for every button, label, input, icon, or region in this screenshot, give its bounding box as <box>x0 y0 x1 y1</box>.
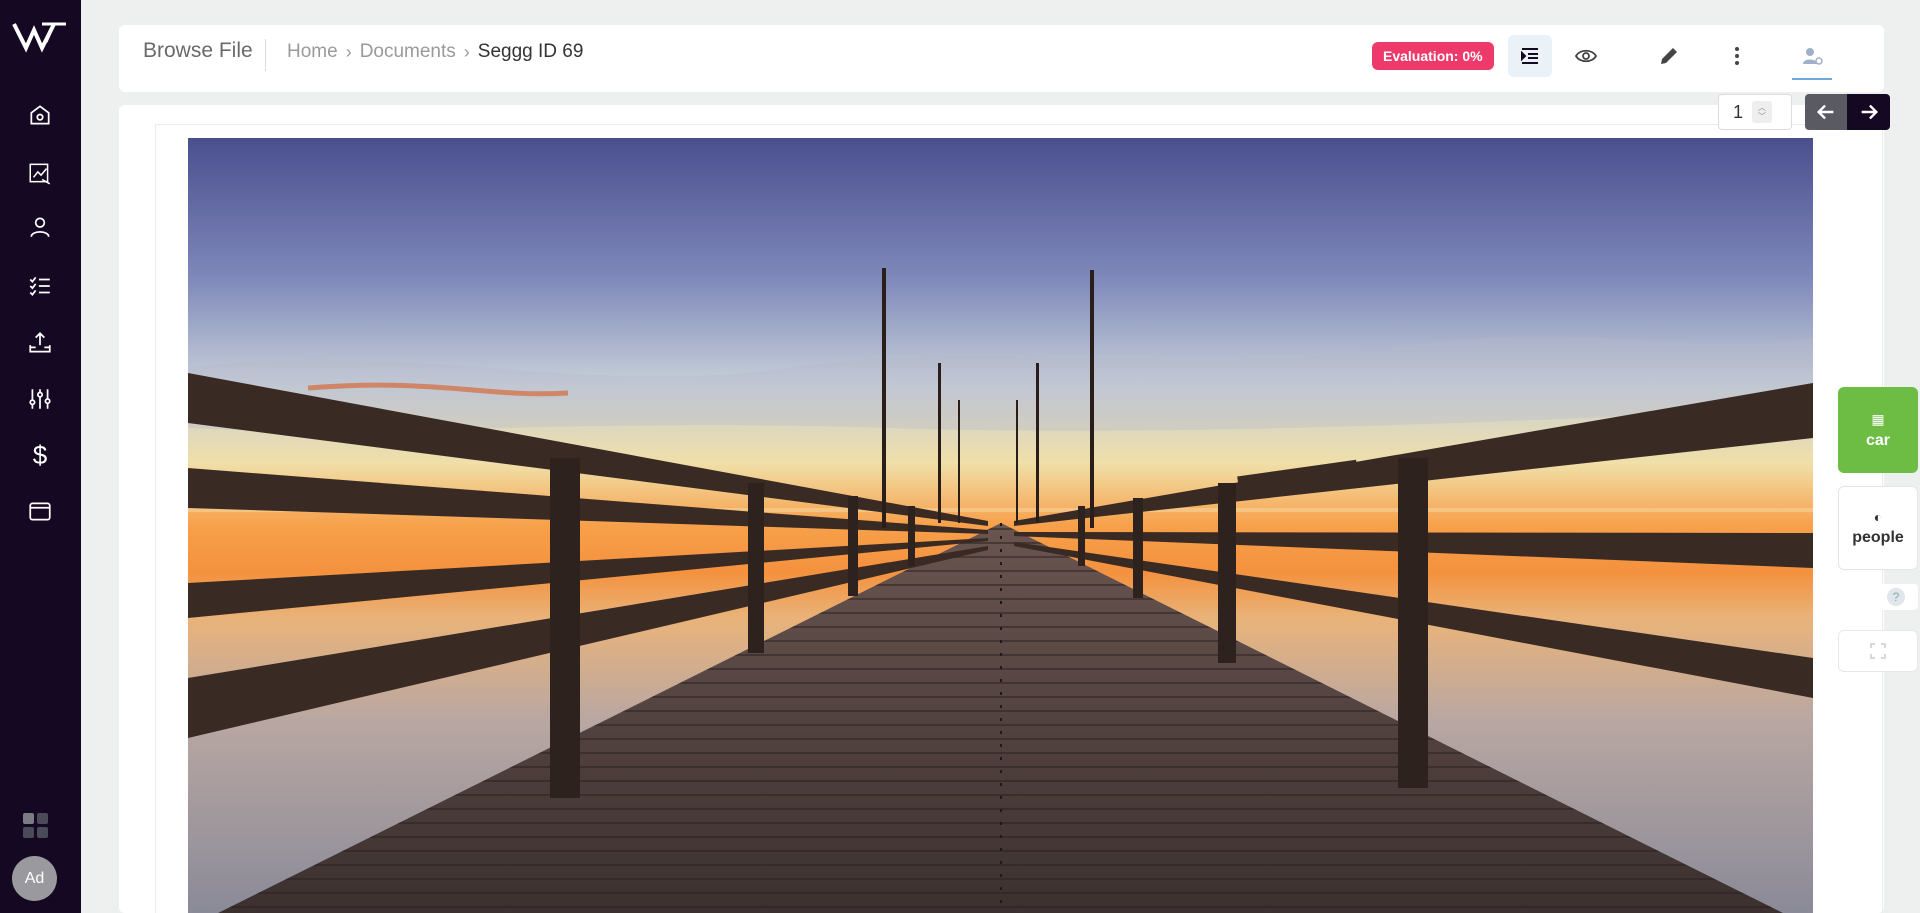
breadcrumb: Home › Documents › Seggg ID 69 <box>287 41 583 63</box>
chevron-right-icon: › <box>345 41 352 62</box>
tag-label-people: people <box>1852 529 1904 546</box>
analytics-icon <box>29 163 51 185</box>
checklist-icon <box>29 276 50 296</box>
tag-icon: ▦ <box>1871 410 1885 427</box>
chevron-right-icon: › <box>463 41 470 62</box>
page-stepper[interactable]: ︿ ﹀ <box>1752 101 1772 123</box>
upload-icon <box>29 332 51 353</box>
nav-wallet[interactable] <box>20 491 60 531</box>
chevron-up-icon[interactable]: ︿ <box>1758 103 1766 112</box>
assign-user-button[interactable] <box>1791 35 1835 77</box>
edit-button[interactable] <box>1647 35 1691 77</box>
fullscreen-icon <box>1870 643 1886 659</box>
preview-button[interactable] <box>1564 35 1608 77</box>
breadcrumb-documents[interactable]: Documents <box>360 41 456 63</box>
page-header: Browse File Home › Documents › Seggg ID … <box>119 25 1884 92</box>
dollar-icon: $ <box>32 439 48 470</box>
fullscreen-button[interactable] <box>1838 630 1918 672</box>
arrow-right-icon <box>1861 104 1878 120</box>
sidebar: $ Ad <box>0 0 81 913</box>
user-icon <box>30 217 50 238</box>
tag-car[interactable]: ▦ car <box>1838 387 1918 473</box>
more-vertical-icon <box>1735 47 1739 65</box>
sliders-icon <box>29 389 51 409</box>
question-icon: ? <box>1887 588 1905 606</box>
wallet-icon <box>29 502 51 521</box>
nav-settings[interactable] <box>20 379 60 419</box>
tag-people[interactable]: ◐ people <box>1838 486 1918 570</box>
contrast-icon: ◐ <box>1873 509 1883 525</box>
nav-billing[interactable]: $ <box>20 435 60 475</box>
document-image[interactable] <box>188 138 1813 913</box>
user-avatar[interactable]: Ad <box>12 856 57 901</box>
arrow-left-icon <box>1816 104 1834 120</box>
evaluation-badge: Evaluation: 0% <box>1372 42 1494 70</box>
next-page-button[interactable] <box>1847 94 1890 130</box>
tag-label-car: car <box>1865 431 1891 449</box>
pencil-icon <box>1661 48 1677 64</box>
apps-grid-icon[interactable] <box>22 812 50 840</box>
pier-sunset-image <box>188 138 1813 913</box>
more-options-button[interactable] <box>1715 35 1759 77</box>
nav-tasks[interactable] <box>20 266 60 306</box>
nav-home[interactable] <box>20 95 60 135</box>
brand-logo[interactable] <box>12 16 68 56</box>
outline-button[interactable] <box>1508 35 1552 77</box>
eye-icon <box>1574 49 1598 63</box>
previous-page-button[interactable] <box>1805 94 1847 130</box>
home-icon <box>30 105 50 125</box>
header-divider <box>265 39 266 71</box>
active-tab-underline <box>1792 78 1832 80</box>
chevron-down-icon[interactable]: ﹀ <box>1758 112 1766 121</box>
breadcrumb-current: Seggg ID 69 <box>477 41 584 62</box>
breadcrumb-home[interactable]: Home <box>287 41 338 63</box>
user-settings-icon <box>1803 48 1823 65</box>
nav-analytics[interactable] <box>20 153 60 193</box>
nav-users[interactable] <box>20 207 60 247</box>
nav-upload[interactable] <box>20 323 60 363</box>
help-button[interactable]: ? <box>1874 584 1918 610</box>
indent-list-icon <box>1521 48 1538 64</box>
page-title: Browse File <box>143 39 253 62</box>
